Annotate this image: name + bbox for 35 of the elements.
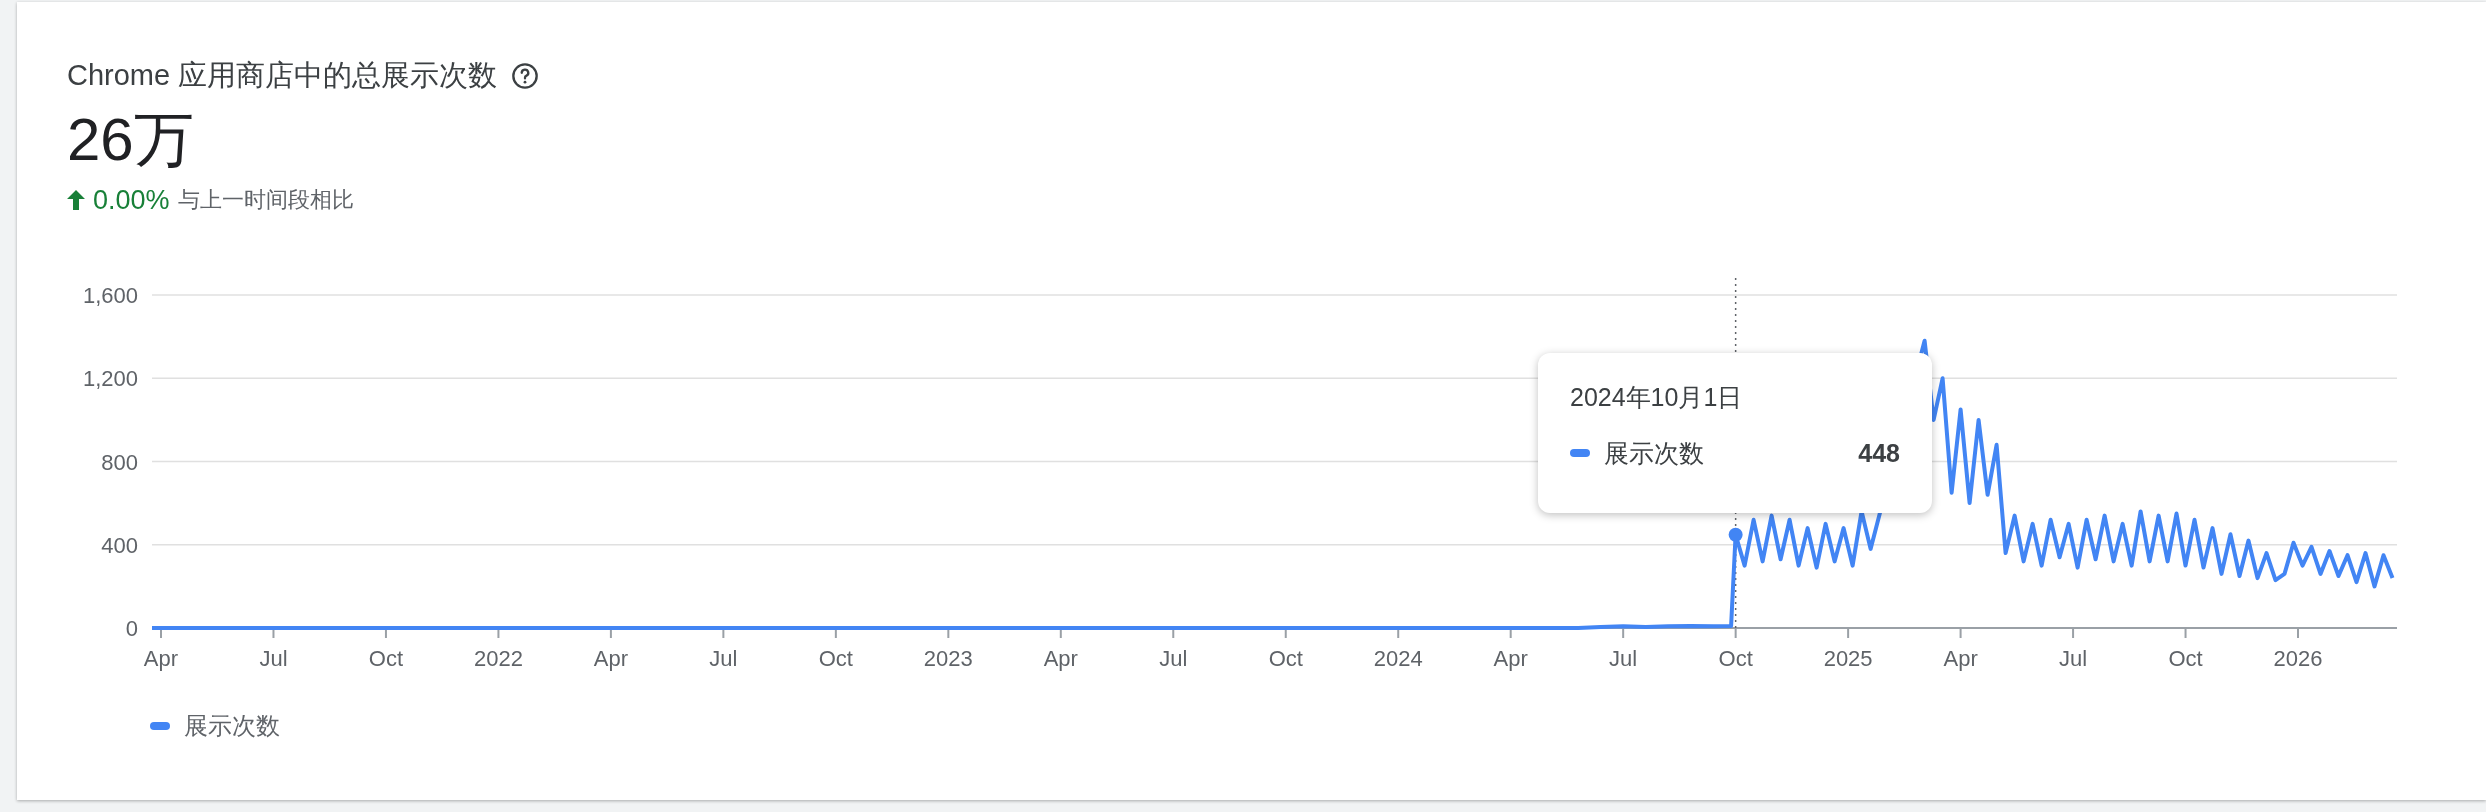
x-axis-label: Apr [1943,646,1978,671]
x-axis-label: Oct [818,646,853,671]
x-axis-label: Apr [593,646,628,671]
y-axis-label: 400 [101,532,138,558]
y-axis-label: 800 [101,449,138,475]
legend-label: 展示次数 [184,711,280,741]
y-axis-label: 1,600 [82,283,138,308]
x-axis-label: 2025 [1823,646,1873,671]
help-icon[interactable] [511,61,540,90]
x-axis-label: Oct [1718,646,1753,671]
x-axis-label: Apr [143,646,179,671]
x-axis-label: Jul [709,646,738,671]
x-axis-label: Oct [2168,646,2203,671]
tooltip-value: 448 [1858,437,1900,469]
x-axis-label: Apr [1043,646,1078,671]
card-title: Chrome 应用商店中的总展示次数 [67,58,498,93]
hover-point [1728,527,1743,542]
x-axis-label: Jul [2059,646,2088,671]
x-axis-label: 2026 [2273,646,2323,671]
x-axis-label: 2024 [1373,646,1423,671]
tooltip-date: 2024年10月1日 [1570,382,1744,413]
change-note: 与上一时间段相比 [177,186,354,215]
x-axis-label: Oct [1268,646,1303,671]
change-percent: 0.00% [93,183,170,217]
y-axis-label: 0 [125,616,138,641]
x-axis-label: 2022 [473,646,523,671]
total-value: 26万 [67,104,195,175]
x-axis-label: Jul [1609,646,1638,671]
tooltip-series-name: 展示次数 [1604,437,1705,469]
x-axis-label: Jul [259,646,288,671]
y-axis-label: 1,200 [82,366,138,392]
x-axis-label: 2023 [923,646,973,671]
x-axis-label: Jul [1159,646,1188,671]
x-axis-label: Apr [1493,646,1528,671]
x-axis-label: Oct [368,646,404,671]
